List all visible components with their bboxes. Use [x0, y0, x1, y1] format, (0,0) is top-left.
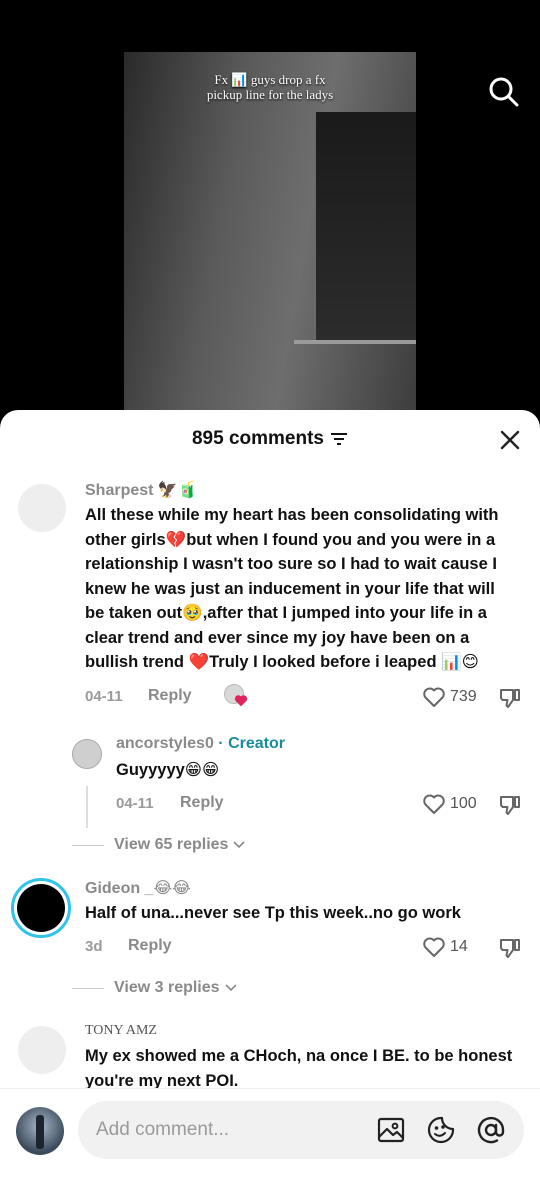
- mention-icon[interactable]: [476, 1115, 506, 1145]
- avatar[interactable]: [18, 1026, 66, 1074]
- emoji-sticker-icon[interactable]: [426, 1115, 456, 1145]
- comment-text: My ex showed me a CHoch, na once I BE. t…: [85, 1047, 513, 1088]
- comment-input-container[interactable]: [78, 1101, 524, 1159]
- comment-composer: [0, 1088, 540, 1200]
- image-icon[interactable]: [376, 1115, 406, 1145]
- comment-input[interactable]: [96, 1113, 366, 1147]
- comment-username[interactable]: TONY AMZ: [85, 1023, 157, 1039]
- comment-item: TONY AMZ My ex showed me a CHoch, na onc…: [0, 0, 540, 1088]
- user-avatar[interactable]: [16, 1107, 64, 1155]
